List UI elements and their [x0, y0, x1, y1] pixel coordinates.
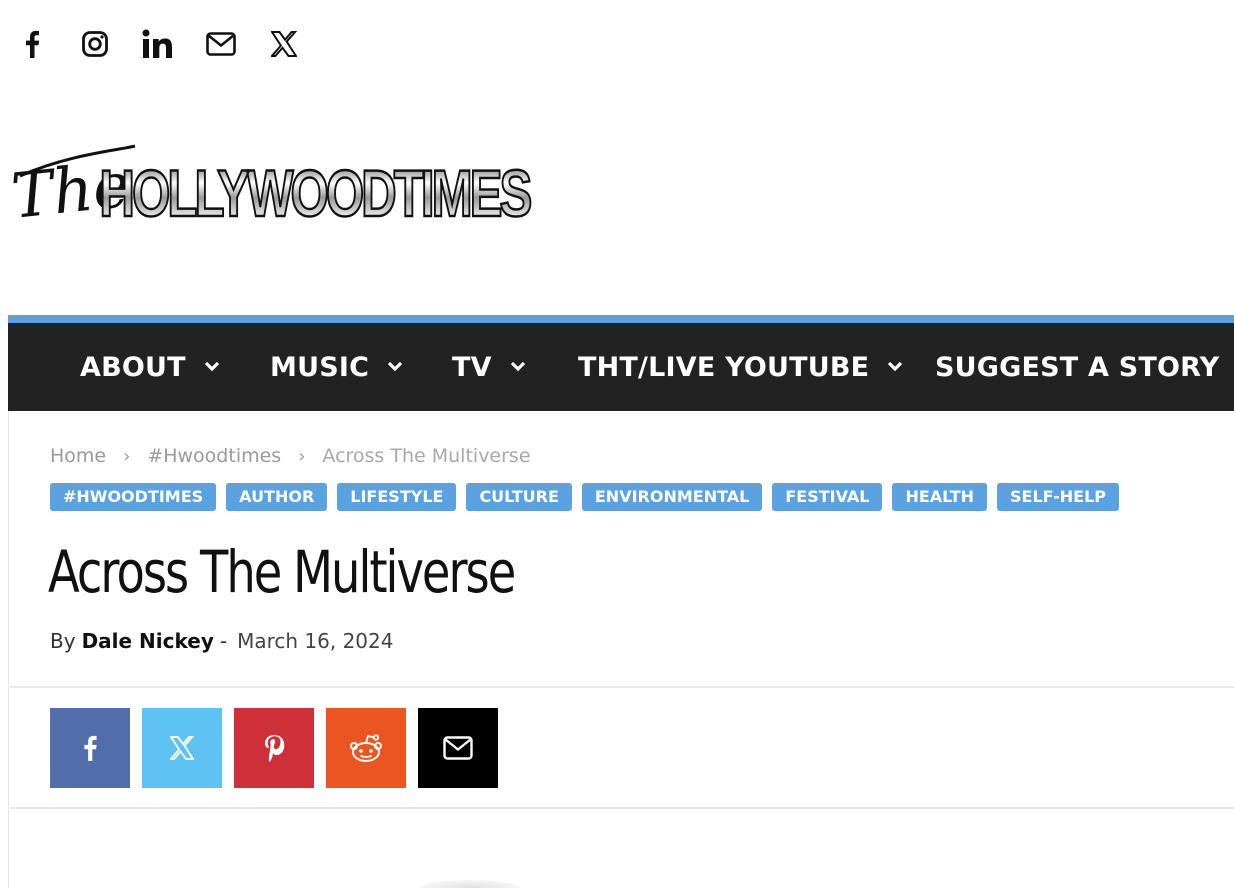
nav-item-label: TV	[452, 351, 492, 383]
article-byline: By Dale Nickey - March 16, 2024	[50, 627, 393, 655]
nav-accent-bar	[8, 315, 1234, 323]
x-twitter-icon[interactable]	[268, 28, 300, 60]
tag-festival[interactable]: FESTIVAL	[772, 483, 883, 511]
instagram-icon[interactable]	[79, 28, 111, 60]
facebook-icon[interactable]	[16, 28, 48, 60]
share-pinterest-button[interactable]	[234, 708, 314, 788]
divider	[10, 807, 1234, 809]
svg-text:HOLLYWOODTIMES: HOLLYWOODTIMES	[99, 157, 530, 228]
breadcrumb-home[interactable]: Home	[50, 445, 106, 467]
x-twitter-icon	[170, 736, 194, 760]
divider	[10, 686, 1234, 688]
breadcrumb: Home › #Hwoodtimes › Across The Multiver…	[50, 441, 531, 471]
share-facebook-button[interactable]	[50, 708, 130, 788]
nav-item-label: THT/LIVE YOUTUBE	[578, 351, 870, 383]
mail-icon[interactable]	[205, 28, 237, 60]
tag-self-help[interactable]: SELF-HELP	[997, 483, 1119, 511]
nav-item-tv[interactable]: TV	[452, 323, 528, 411]
pinterest-icon	[265, 735, 285, 762]
top-social-bar	[0, 0, 1234, 90]
breadcrumb-separator: ›	[298, 445, 306, 467]
site-logo[interactable]: The HOLLYWOODTIMES	[8, 136, 545, 233]
share-email-button[interactable]	[418, 708, 498, 788]
share-x-button[interactable]	[142, 708, 222, 788]
nav-item-label: MUSIC	[270, 351, 370, 383]
share-reddit-button[interactable]	[326, 708, 406, 788]
publish-date: March 16, 2024	[237, 629, 394, 653]
nav-item-label: ABOUT	[80, 351, 186, 383]
breadcrumb-current: Across The Multiverse	[322, 445, 531, 467]
tag-hwoodtimes[interactable]: #HWOODTIMES	[50, 483, 217, 511]
article-title: Across The Multiverse	[48, 538, 516, 606]
nav-item-label: SUGGEST A STORY	[935, 351, 1220, 383]
breadcrumb-category[interactable]: #Hwoodtimes	[147, 445, 281, 467]
chevron-down-icon	[887, 358, 905, 376]
tag-health[interactable]: HEALTH	[892, 483, 988, 511]
nav-item-music[interactable]: MUSIC	[270, 323, 405, 411]
chevron-down-icon	[510, 358, 528, 376]
author-link[interactable]: Dale Nickey	[82, 629, 214, 653]
tag-environmental[interactable]: ENVIRONMENTAL	[581, 483, 763, 511]
breadcrumb-separator: ›	[123, 445, 131, 467]
chevron-down-icon	[387, 358, 405, 376]
content-shadow	[420, 880, 520, 888]
tag-culture[interactable]: CULTURE	[466, 483, 572, 511]
byline-dash: -	[219, 629, 228, 653]
facebook-icon	[84, 735, 97, 761]
mail-icon	[443, 736, 473, 760]
category-tags: #HWOODTIMES AUTHOR LIFESTYLE CULTURE ENV…	[50, 483, 1129, 511]
nav-item-suggest-a-story[interactable]: SUGGEST A STORY	[935, 323, 1234, 411]
main-nav: ABOUT MUSIC TV THT/LIVE YOUTUBE SUGGEST …	[8, 323, 1234, 411]
reddit-icon	[350, 734, 382, 762]
content-left-border	[8, 411, 9, 888]
chevron-down-icon	[204, 358, 222, 376]
linkedin-icon[interactable]	[142, 28, 174, 60]
byline-prefix: By	[50, 629, 76, 653]
tag-lifestyle[interactable]: LIFESTYLE	[337, 483, 457, 511]
tag-author[interactable]: AUTHOR	[226, 483, 328, 511]
nav-item-tht-live-youtube[interactable]: THT/LIVE YOUTUBE	[578, 323, 905, 411]
nav-item-about[interactable]: ABOUT	[80, 323, 222, 411]
